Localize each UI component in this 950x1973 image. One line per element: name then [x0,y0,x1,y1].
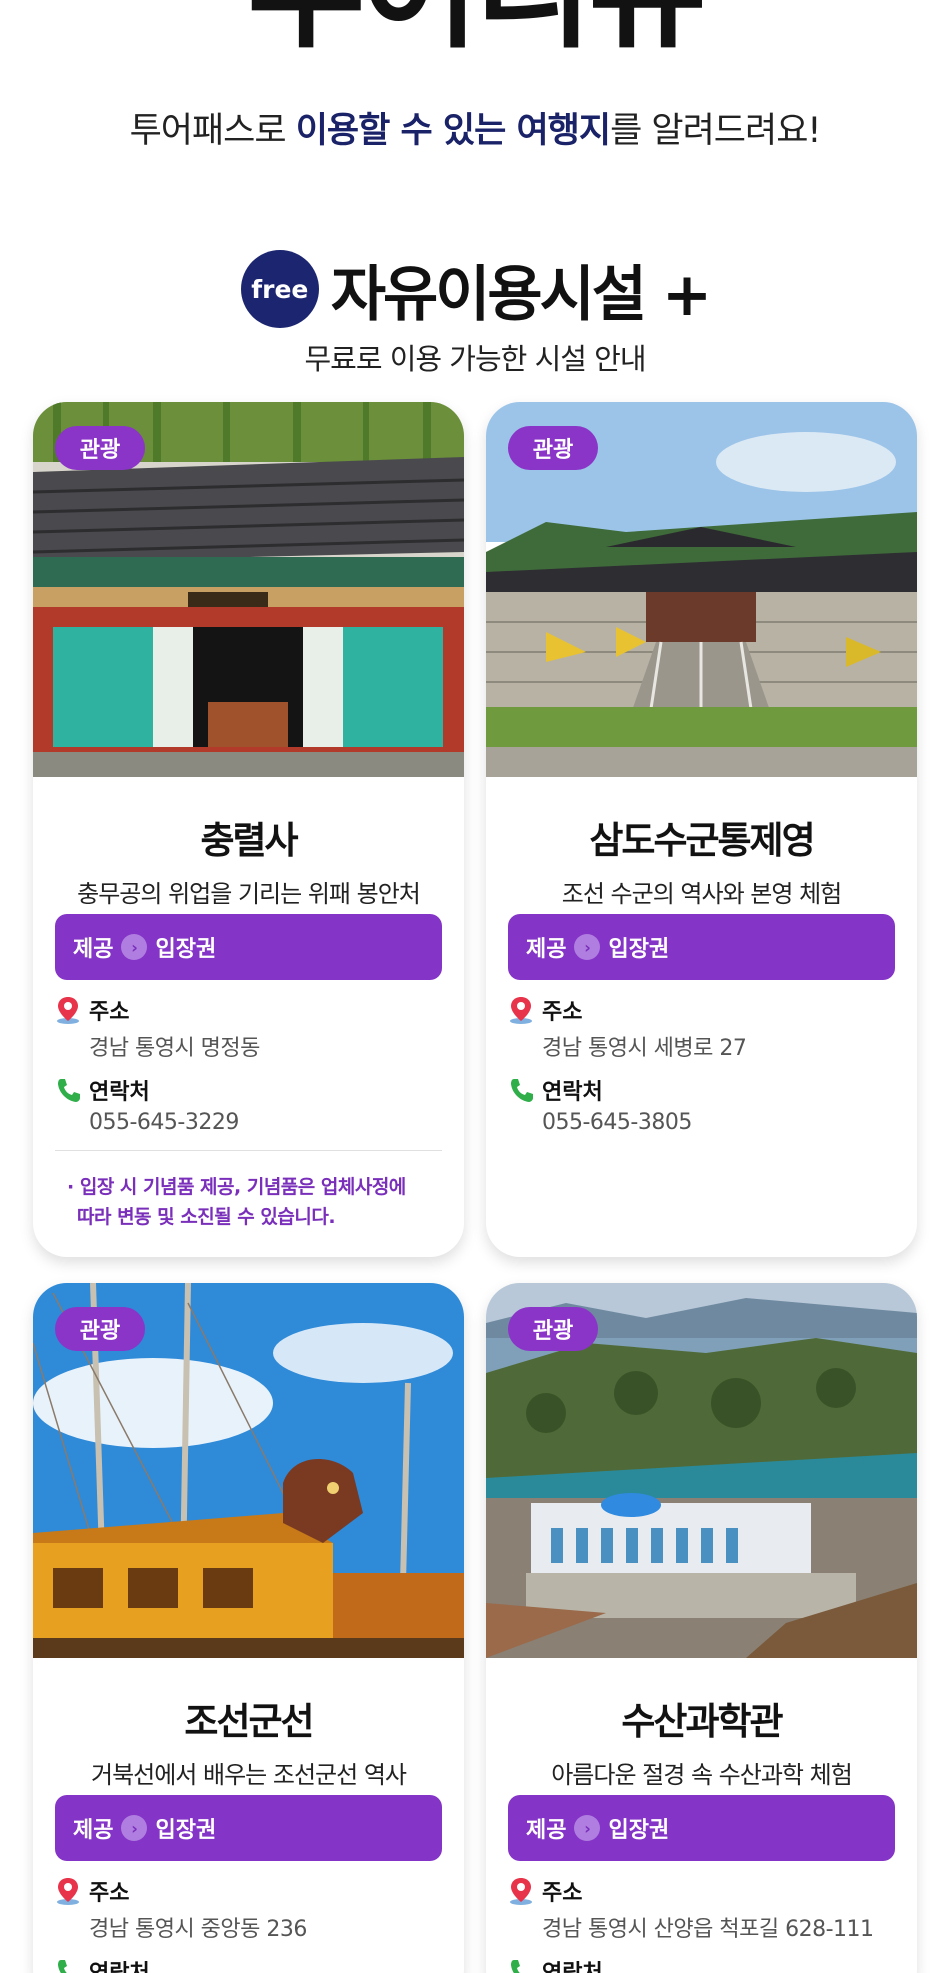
category-tag: 관광 [508,426,598,470]
offer-bar: 제공 › 입장권 [55,914,442,980]
contact-value[interactable]: 055-645-3805 [542,1110,912,1135]
address-label: 주소 [508,1875,898,1907]
offer-bar: 제공 › 입장권 [55,1795,442,1861]
subtitle-highlight: 이용할 수 있는 여행지 [295,111,611,151]
offer-prefix: 제공 [73,1818,114,1843]
map-pin-icon [57,1878,79,1905]
facility-name: 조선군선 [184,1700,314,1743]
facility-description: 아름다운 절경 속 수산과학 체험 [551,1761,853,1789]
category-tag: 관광 [55,426,145,470]
address-value: 경남 통영시 중앙동 236 [89,1917,307,1942]
page-title: 투어리뷰 [0,0,950,62]
address-value: 경남 통영시 산양읍 척포길 628-111 [542,1917,874,1942]
facility-card[interactable]: 관광 조선군선 거북선에서 배우는 조선군선 역사 제공 › 입장권 주소 경남… [33,1283,464,1973]
phone-icon [511,1079,533,1102]
address-value: 경남 통영시 명정동 [89,1036,260,1061]
address-label: 주소 [55,994,445,1026]
offer-prefix: 제공 [526,1818,567,1843]
divider [55,1150,442,1151]
section-header: free 자유이용시설 + [0,248,950,330]
offer-item: 입장권 [155,937,217,962]
phone-icon [511,1960,527,1973]
notice-text: · 입장 시 기념품 제공, 기념품은 업체사정에 따라 변동 및 소진될 수 … [67,1176,406,1228]
contact-label: 연락처 [55,1955,445,1973]
offer-prefix: 제공 [526,937,567,962]
offer-item: 입장권 [608,937,670,962]
offer-item: 입장권 [155,1818,217,1843]
address-value: 경남 통영시 세병로 27 [542,1036,747,1061]
chevron-right-icon: › [121,934,148,960]
facility-name: 수산과학관 [621,1700,783,1743]
section-title: 자유이용시설 + [330,259,712,330]
offer-bar: 제공 › 입장권 [508,914,895,980]
contact-label: 연락처 [508,1074,898,1106]
offer-item: 입장권 [608,1818,670,1843]
chevron-right-icon: › [574,1815,601,1841]
facility-description: 충무공의 위업을 기리는 위패 봉안처 [77,880,421,908]
facility-name: 충렬사 [200,819,298,862]
address-label: 주소 [508,994,898,1026]
facility-description: 조선 수군의 역사와 본영 체험 [561,880,842,908]
subtitle-post: 를 알려드려요! [610,111,821,151]
map-pin-icon [510,997,532,1024]
phone-icon [58,1079,80,1102]
address-label: 주소 [55,1875,445,1907]
map-pin-icon [57,997,79,1024]
offer-prefix: 제공 [73,937,114,962]
contact-label: 연락처 [508,1955,898,1973]
contact-value[interactable]: 055-645-3229 [89,1110,459,1135]
chevron-right-icon: › [574,934,601,960]
category-tag: 관광 [508,1307,598,1351]
facility-description: 거북선에서 배우는 조선군선 역사 [90,1761,407,1789]
facility-name: 삼도수군통제영 [589,819,815,862]
chevron-right-icon: › [121,1815,148,1841]
page-subtitle: 투어패스로 이용할 수 있는 여행지를 알려드려요! [0,102,950,153]
facility-card[interactable]: 관광 삼도수군통제영 조선 수군의 역사와 본영 체험 제공 › 입장권 주소 … [486,402,917,1257]
free-badge: free [240,250,319,328]
section-subtitle: 무료로 이용 가능한 시설 안내 [304,342,646,376]
facility-card[interactable]: 관광 수산과학관 아름다운 절경 속 수산과학 체험 제공 › 입장권 주소 경… [486,1283,917,1973]
offer-bar: 제공 › 입장권 [508,1795,895,1861]
map-pin-icon [510,1878,532,1905]
category-tag: 관광 [55,1307,145,1351]
facility-card[interactable]: 관광 충렬사 충무공의 위업을 기리는 위패 봉안처 제공 › 입장권 주소 경… [33,402,464,1257]
phone-icon [58,1960,74,1973]
subtitle-pre: 투어패스로 [129,111,296,151]
contact-label: 연락처 [55,1074,445,1106]
